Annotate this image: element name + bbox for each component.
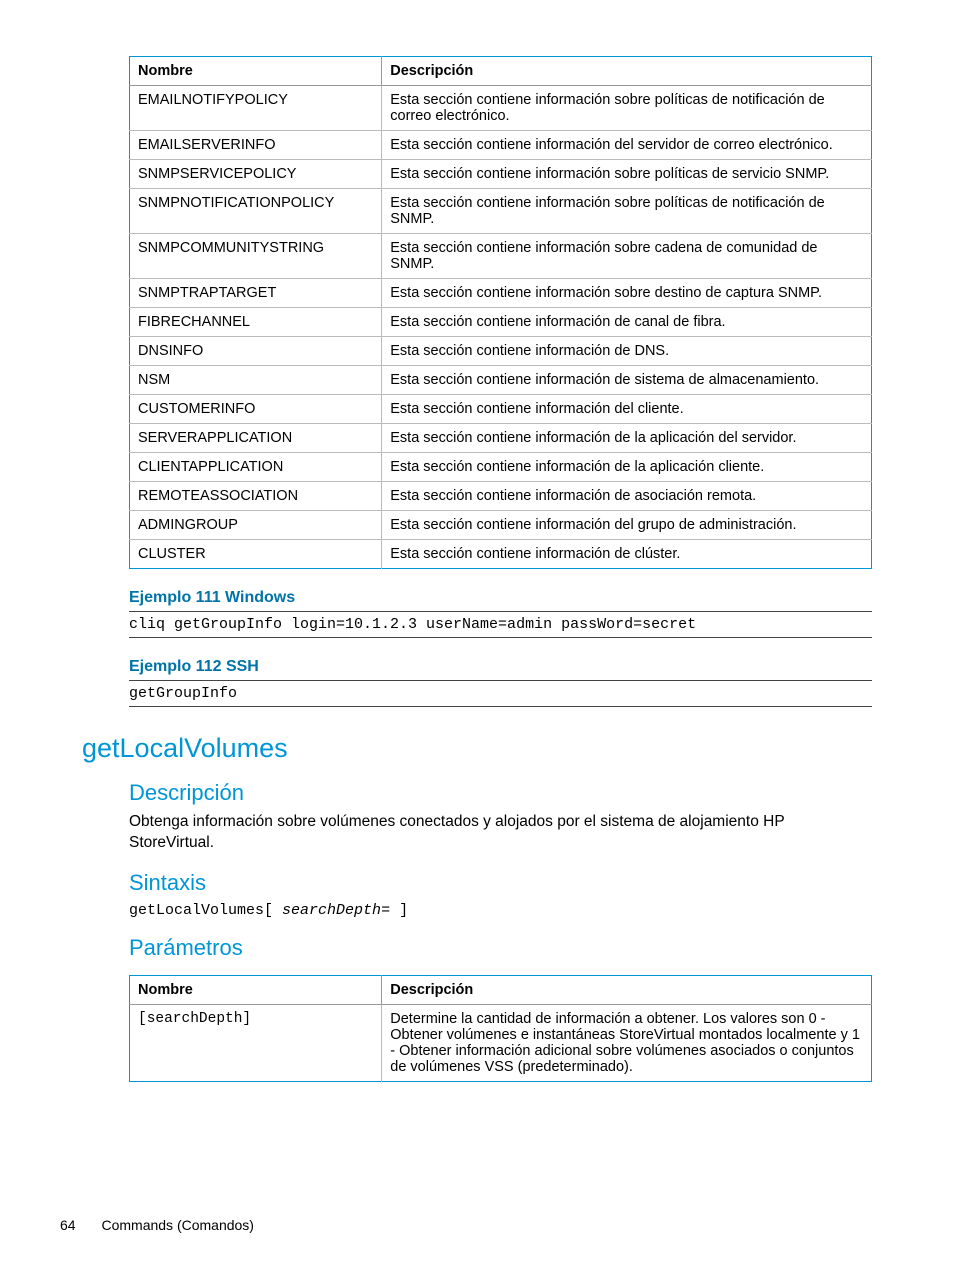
parameters-table: Nombre Descripción [searchDepth]Determin…: [129, 975, 872, 1082]
table-row: SNMPTRAPTARGETEsta sección contiene info…: [130, 279, 872, 308]
table-row: CLUSTEREsta sección contiene información…: [130, 540, 872, 569]
syntax-command: getLocalVolumes: [129, 902, 264, 919]
table-row: [searchDepth]Determine la cantidad de in…: [130, 1004, 872, 1081]
table-cell-name: FIBRECHANNEL: [130, 308, 382, 337]
syntax-close-bracket: ]: [390, 902, 408, 919]
table-cell-desc: Determine la cantidad de información a o…: [382, 1004, 872, 1081]
syntax-param: searchDepth=: [282, 902, 390, 919]
table-header-name: Nombre: [130, 57, 382, 86]
table-row: NSMEsta sección contiene información de …: [130, 366, 872, 395]
syntax-line: getLocalVolumes[ searchDepth= ]: [129, 902, 872, 919]
table-row: EMAILSERVERINFOEsta sección contiene inf…: [130, 131, 872, 160]
footer-title: Commands (Comandos): [101, 1217, 254, 1233]
table-row: FIBRECHANNELEsta sección contiene inform…: [130, 308, 872, 337]
table-row: CLIENTAPPLICATIONEsta sección contiene i…: [130, 453, 872, 482]
table-row: SNMPNOTIFICATIONPOLICYEsta sección conti…: [130, 189, 872, 234]
parameters-heading: Parámetros: [129, 935, 872, 961]
table-cell-name: CUSTOMERINFO: [130, 395, 382, 424]
example-heading-windows: Ejemplo 111 Windows: [129, 589, 872, 607]
table-cell-name: ADMINGROUP: [130, 511, 382, 540]
table-cell-name: SNMPCOMMUNITYSTRING: [130, 234, 382, 279]
table-cell-desc: Esta sección contiene información de clú…: [382, 540, 872, 569]
table-cell-name: SNMPTRAPTARGET: [130, 279, 382, 308]
table-cell-name: EMAILNOTIFYPOLICY: [130, 86, 382, 131]
table-cell-desc: Esta sección contiene información sobre …: [382, 234, 872, 279]
table-row: ADMINGROUPEsta sección contiene informac…: [130, 511, 872, 540]
page-number: 64: [60, 1217, 76, 1233]
table-cell-desc: Esta sección contiene información sobre …: [382, 160, 872, 189]
table-cell-desc: Esta sección contiene información sobre …: [382, 189, 872, 234]
table-cell-name: SNMPSERVICEPOLICY: [130, 160, 382, 189]
table-cell-desc: Esta sección contiene información de DNS…: [382, 337, 872, 366]
code-block-ssh: getGroupInfo: [129, 680, 872, 707]
table-cell-desc: Esta sección contiene información del gr…: [382, 511, 872, 540]
table-cell-desc: Esta sección contiene información del se…: [382, 131, 872, 160]
page-footer: 64 Commands (Comandos): [60, 1217, 254, 1233]
description-text: Obtenga información sobre volúmenes cone…: [129, 812, 872, 854]
table-row: SNMPCOMMUNITYSTRINGEsta sección contiene…: [130, 234, 872, 279]
syntax-heading: Sintaxis: [129, 870, 872, 896]
table-cell-desc: Esta sección contiene información de aso…: [382, 482, 872, 511]
table-cell-name: EMAILSERVERINFO: [130, 131, 382, 160]
info-sections-table: Nombre Descripción EMAILNOTIFYPOLICYEsta…: [129, 56, 872, 569]
table-header-desc: Descripción: [382, 57, 872, 86]
table-row: CUSTOMERINFOEsta sección contiene inform…: [130, 395, 872, 424]
code-block-windows: cliq getGroupInfo login=10.1.2.3 userNam…: [129, 611, 872, 638]
table-header-name: Nombre: [130, 975, 382, 1004]
example-heading-ssh: Ejemplo 112 SSH: [129, 658, 872, 676]
table-cell-name: CLUSTER: [130, 540, 382, 569]
table-cell-desc: Esta sección contiene información del cl…: [382, 395, 872, 424]
table-cell-desc: Esta sección contiene información de can…: [382, 308, 872, 337]
table-header-desc: Descripción: [382, 975, 872, 1004]
table-row: REMOTEASSOCIATIONEsta sección contiene i…: [130, 482, 872, 511]
table-cell-name: DNSINFO: [130, 337, 382, 366]
table-cell-desc: Esta sección contiene información sobre …: [382, 86, 872, 131]
table-cell-desc: Esta sección contiene información de la …: [382, 424, 872, 453]
table-cell-name: CLIENTAPPLICATION: [130, 453, 382, 482]
description-heading: Descripción: [129, 780, 872, 806]
table-cell-name: SNMPNOTIFICATIONPOLICY: [130, 189, 382, 234]
table-cell-name: SERVERAPPLICATION: [130, 424, 382, 453]
table-cell-desc: Esta sección contiene información sobre …: [382, 279, 872, 308]
section-title: getLocalVolumes: [82, 733, 872, 764]
table-row: EMAILNOTIFYPOLICYEsta sección contiene i…: [130, 86, 872, 131]
syntax-open-bracket: [: [264, 902, 282, 919]
table-cell-desc: Esta sección contiene información de la …: [382, 453, 872, 482]
table-cell-name: REMOTEASSOCIATION: [130, 482, 382, 511]
table-cell-desc: Esta sección contiene información de sis…: [382, 366, 872, 395]
table-cell-name: NSM: [130, 366, 382, 395]
table-row: SNMPSERVICEPOLICYEsta sección contiene i…: [130, 160, 872, 189]
table-row: SERVERAPPLICATIONEsta sección contiene i…: [130, 424, 872, 453]
table-cell-name: [searchDepth]: [130, 1004, 382, 1081]
table-row: DNSINFOEsta sección contiene información…: [130, 337, 872, 366]
